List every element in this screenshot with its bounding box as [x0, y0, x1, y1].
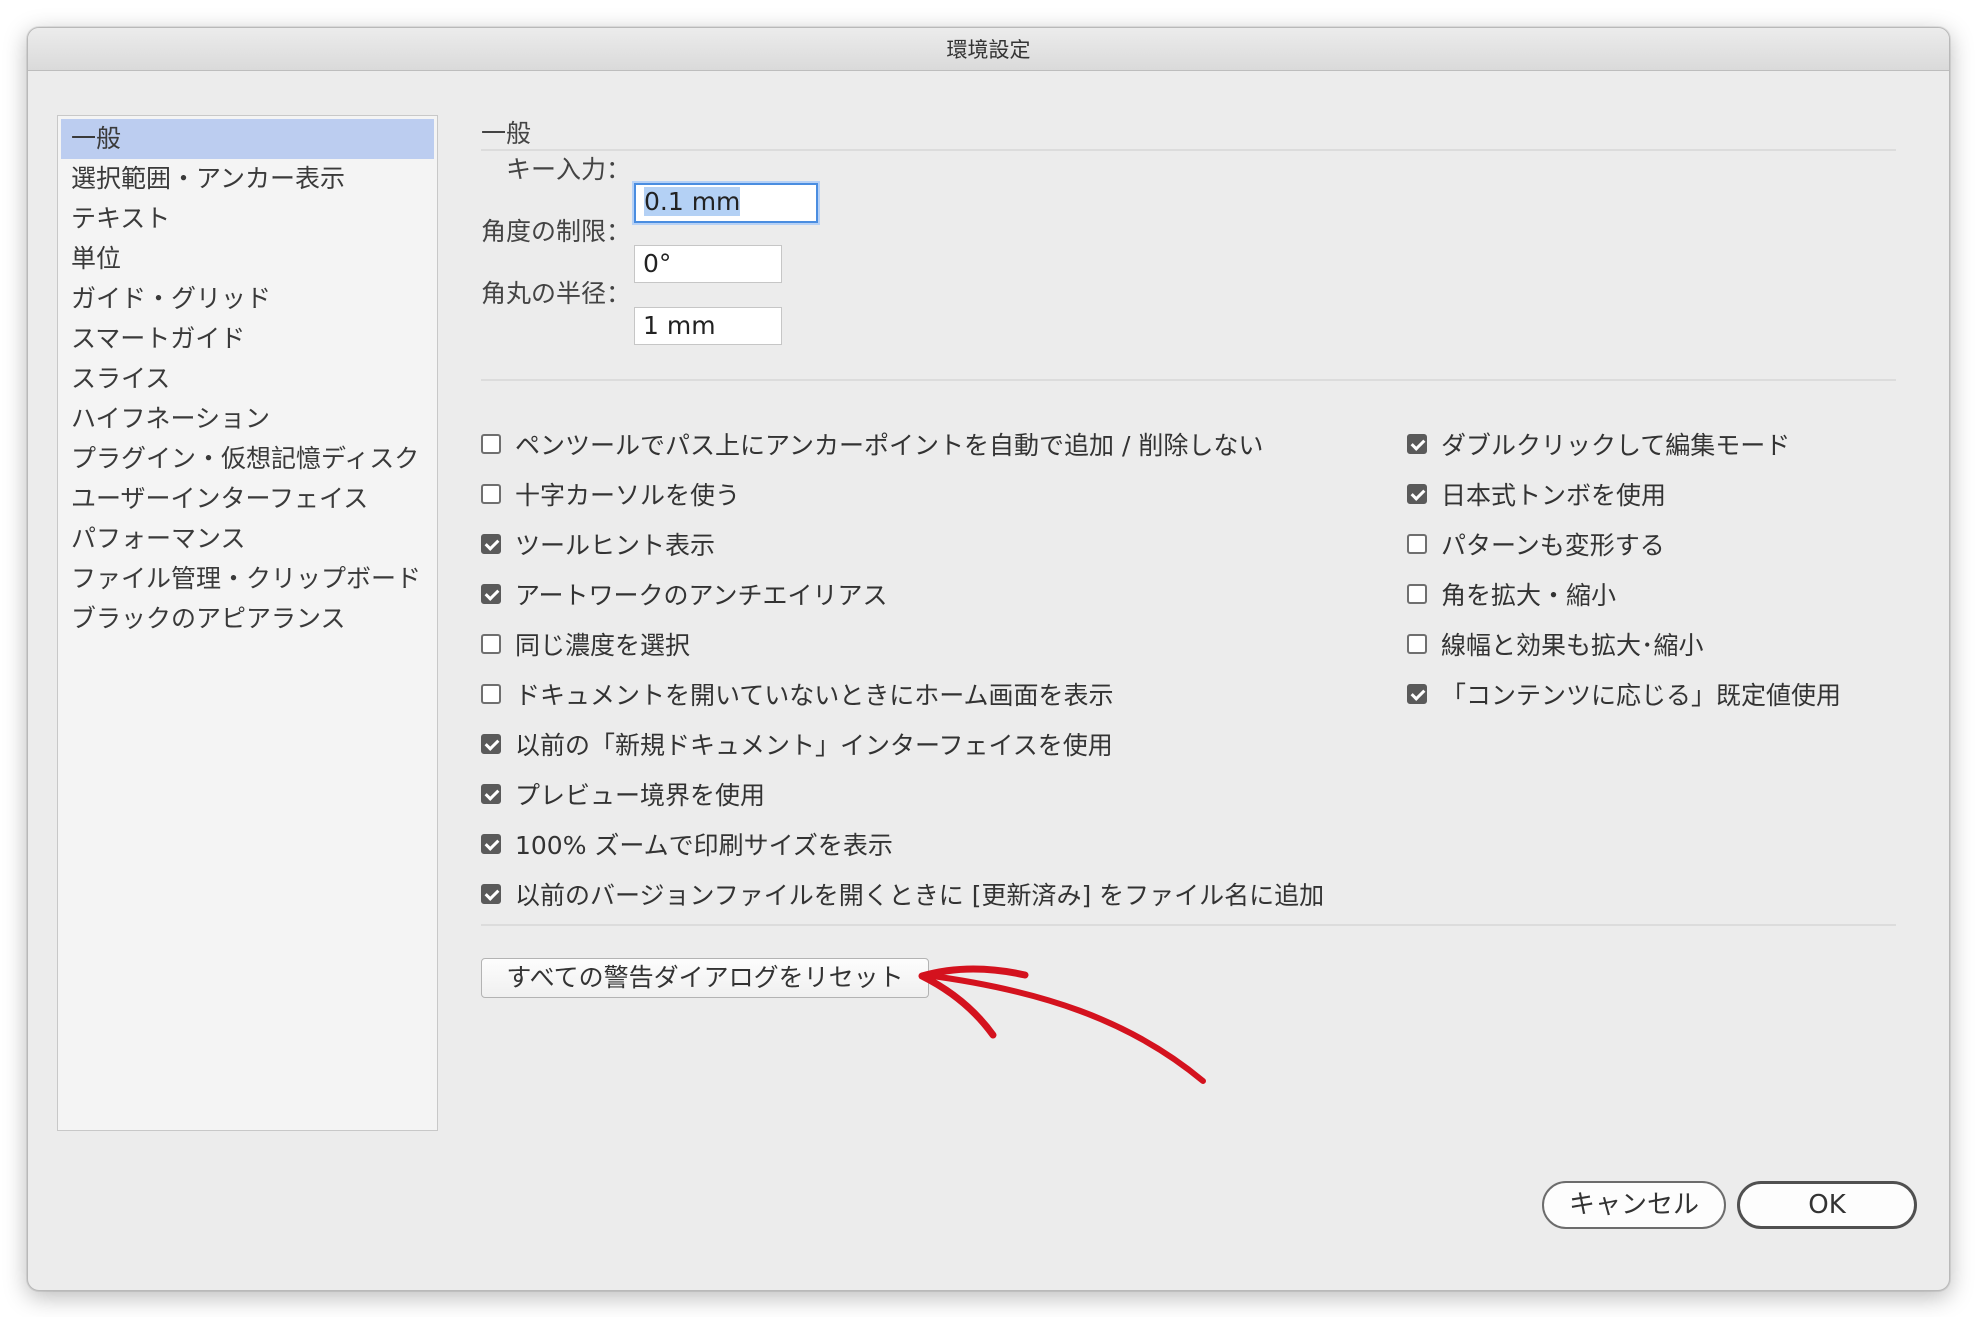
checkbox-scale-strokes-effects[interactable]: 線幅と効果も拡大･縮小 — [1407, 626, 1704, 662]
checkbox-box[interactable] — [1407, 634, 1427, 654]
key-input-label: キー入力： — [505, 155, 631, 184]
sidebar-item-user-interface[interactable]: ユーザーインターフェイス — [61, 479, 434, 519]
checkbox-label: パターンも変形する — [1441, 531, 1665, 560]
checkbox-label: ペンツールでパス上にアンカーポイントを自動で追加 / 削除しない — [515, 431, 1264, 460]
checkbox-label: 以前の「新規ドキュメント」インターフェイスを使用 — [515, 731, 1113, 760]
checkbox-label: ツールヒント表示 — [515, 531, 716, 560]
angle-limit-field[interactable]: 0° — [634, 245, 782, 283]
section-title: 一般 — [481, 119, 532, 148]
checkbox-box[interactable] — [1407, 484, 1427, 504]
checkbox-box[interactable] — [481, 884, 501, 904]
checkbox-label: 100% ズームで印刷サイズを表示 — [515, 831, 893, 860]
checkbox-box[interactable] — [481, 484, 501, 504]
sidebar-item-selection-anchor[interactable]: 選択範囲・アンカー表示 — [61, 159, 434, 199]
checkbox-anti-aliased-artwork[interactable]: アートワークのアンチエイリアス — [481, 576, 888, 612]
checkbox-home-screen[interactable]: ドキュメントを開いていないときにホーム画面を表示 — [481, 676, 1114, 712]
preferences-window: 環境設定 一般 選択範囲・アンカー表示 テキスト 単位 ガイド・グリッド スマー… — [27, 27, 1950, 1291]
checkbox-label: 同じ濃度を選択 — [515, 631, 691, 660]
checkbox-label: 以前のバージョンファイルを開くときに [更新済み] をファイル名に追加 — [515, 881, 1325, 910]
corner-radius-field[interactable]: 1 mm — [634, 307, 782, 345]
checkbox-legacy-new-document[interactable]: 以前の「新規ドキュメント」インターフェイスを使用 — [481, 726, 1113, 762]
checkbox-preview-bounds[interactable]: プレビュー境界を使用 — [481, 776, 765, 812]
checkbox-label: プレビュー境界を使用 — [515, 781, 766, 810]
checkbox-content-aware-defaults[interactable]: 「コンテンツに応じる」既定値使用 — [1407, 676, 1841, 712]
divider — [481, 379, 1896, 381]
divider — [481, 149, 1896, 151]
corner-radius-label: 角丸の半径： — [481, 279, 632, 308]
sidebar-item-general[interactable]: 一般 — [61, 119, 434, 159]
checkbox-label: 十字カーソルを使う — [515, 481, 741, 510]
general-panel: 一般 キー入力： 0.1 mm 角度の制限： 0° 角丸の半径： 1 mm ペン… — [481, 28, 1917, 1290]
checkbox-label: アートワークのアンチエイリアス — [515, 581, 888, 610]
checkbox-box[interactable] — [481, 634, 501, 654]
sidebar-item-units[interactable]: 単位 — [61, 239, 434, 279]
category-sidebar: 一般 選択範囲・アンカー表示 テキスト 単位 ガイド・グリッド スマートガイド … — [57, 115, 438, 1131]
key-input-value: 0.1 mm — [644, 187, 741, 216]
checkbox-box[interactable] — [481, 834, 501, 854]
checkbox-transform-patterns[interactable]: パターンも変形する — [1407, 526, 1665, 562]
checkbox-pen-no-auto-add[interactable]: ペンツールでパス上にアンカーポイントを自動で追加 / 削除しない — [481, 426, 1263, 462]
checkbox-select-same-tint[interactable]: 同じ濃度を選択 — [481, 626, 690, 662]
checkbox-box[interactable] — [1407, 584, 1427, 604]
checkbox-box[interactable] — [481, 534, 501, 554]
checkbox-print-size-zoom[interactable]: 100% ズームで印刷サイズを表示 — [481, 826, 893, 862]
checkbox-precise-cursors[interactable]: 十字カーソルを使う — [481, 476, 740, 512]
sidebar-item-hyphenation[interactable]: ハイフネーション — [61, 399, 434, 439]
reset-warning-dialogs-button[interactable]: すべての警告ダイアログをリセット — [481, 958, 929, 998]
checkbox-label: 日本式トンボを使用 — [1441, 481, 1667, 510]
checkbox-box[interactable] — [481, 684, 501, 704]
checkbox-label: ダブルクリックして編集モード — [1441, 431, 1791, 460]
checkbox-append-converted[interactable]: 以前のバージョンファイルを開くときに [更新済み] をファイル名に追加 — [481, 876, 1324, 912]
checkbox-double-click-isolate[interactable]: ダブルクリックして編集モード — [1407, 426, 1790, 462]
angle-limit-label: 角度の制限： — [481, 217, 632, 246]
sidebar-item-guides-grid[interactable]: ガイド・グリッド — [61, 279, 434, 319]
checkbox-box[interactable] — [1407, 684, 1427, 704]
checkbox-tool-tips[interactable]: ツールヒント表示 — [481, 526, 715, 562]
sidebar-item-file-handling[interactable]: ファイル管理・クリップボード — [61, 559, 434, 599]
checkbox-box[interactable] — [1407, 534, 1427, 554]
checkbox-label: 角を拡大・縮小 — [1441, 581, 1617, 610]
key-input-field[interactable]: 0.1 mm — [634, 183, 818, 223]
checkbox-box[interactable] — [481, 784, 501, 804]
sidebar-item-smart-guides[interactable]: スマートガイド — [61, 319, 434, 359]
sidebar-item-text[interactable]: テキスト — [61, 199, 434, 239]
checkbox-box[interactable] — [481, 434, 501, 454]
divider — [481, 924, 1896, 926]
checkbox-box[interactable] — [481, 584, 501, 604]
checkbox-label: ドキュメントを開いていないときにホーム画面を表示 — [515, 681, 1114, 710]
checkbox-japanese-crop-marks[interactable]: 日本式トンボを使用 — [1407, 476, 1666, 512]
checkbox-label: 「コンテンツに応じる」既定値使用 — [1441, 681, 1842, 710]
sidebar-item-black-appearance[interactable]: ブラックのアピアランス — [61, 599, 434, 639]
sidebar-item-performance[interactable]: パフォーマンス — [61, 519, 434, 559]
checkbox-scale-corners[interactable]: 角を拡大・縮小 — [1407, 576, 1616, 612]
checkbox-label: 線幅と効果も拡大･縮小 — [1441, 631, 1704, 660]
ok-button[interactable]: OK — [1737, 1181, 1917, 1229]
cancel-button[interactable]: キャンセル — [1542, 1181, 1726, 1229]
checkbox-box[interactable] — [481, 734, 501, 754]
sidebar-item-plugins-scratch[interactable]: プラグイン・仮想記憶ディスク — [61, 439, 434, 479]
sidebar-item-slices[interactable]: スライス — [61, 359, 434, 399]
checkbox-box[interactable] — [1407, 434, 1427, 454]
